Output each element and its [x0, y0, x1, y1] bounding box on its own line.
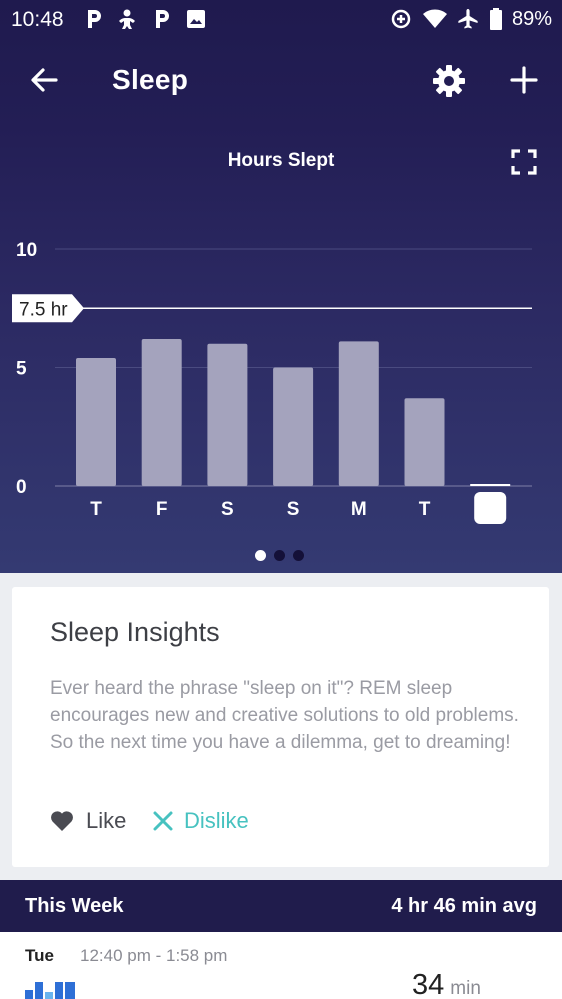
sleep-bar[interactable]: [404, 398, 445, 486]
insight-heading: Sleep Insights: [50, 617, 220, 647]
weekly-average: 4 hr 46 min avg: [391, 895, 537, 917]
pager-dot[interactable]: [293, 550, 304, 561]
sleep-bar[interactable]: [338, 341, 379, 486]
goal-label: 7.5 hr: [19, 299, 68, 320]
sleep-bar[interactable]: [141, 339, 182, 486]
y-tick-label: 10: [16, 240, 37, 261]
y-tick-label: 0: [16, 477, 27, 498]
like-button[interactable]: Like: [50, 808, 126, 834]
x-tick-label[interactable]: T: [90, 499, 102, 520]
sleep-insights-card: Sleep Insights Ever heard the phrase "sl…: [12, 587, 549, 867]
heart-icon: [51, 811, 73, 831]
pager-dot[interactable]: [255, 550, 266, 561]
sleep-bar[interactable]: [273, 367, 314, 487]
insight-body: Ever heard the phrase "sleep on it"? REM…: [50, 678, 519, 753]
entry-duration: 34 min: [412, 969, 481, 999]
sleep-log-entry[interactable]: Tue 12:40 pm - 1:58 pm 34 min: [0, 932, 562, 999]
sleep-bar[interactable]: [207, 343, 248, 486]
entry-time-range: 12:40 pm - 1:58 pm: [80, 946, 228, 965]
pager-dot[interactable]: [274, 550, 285, 561]
y-tick-label: 5: [16, 359, 27, 380]
chart-pager: [255, 550, 304, 561]
x-tick-label[interactable]: M: [351, 499, 367, 520]
close-x-icon: [153, 811, 173, 831]
this-week-header: This Week 4 hr 46 min avg: [0, 880, 562, 932]
sleep-header-panel: 10:48 89% Sleep Hours Slept 0 5 10 7.5 h…: [0, 0, 562, 573]
entry-duration-value: 34: [412, 969, 445, 999]
x-tick-label[interactable]: F: [156, 499, 168, 520]
dislike-button[interactable]: Dislike: [152, 808, 249, 834]
x-tick-label[interactable]: W: [481, 499, 499, 520]
entry-day: Tue: [25, 946, 54, 965]
x-tick-label[interactable]: S: [221, 499, 234, 520]
hours-slept-chart: 0 5 10 7.5 hr T F S S M T W: [12, 240, 532, 524]
like-label: Like: [86, 808, 127, 833]
entry-duration-unit: min: [450, 978, 481, 999]
sleep-bar[interactable]: [76, 358, 116, 486]
sleep-stages-mini-icon: [25, 982, 75, 999]
this-week-label: This Week: [25, 895, 124, 917]
x-tick-label[interactable]: T: [419, 499, 431, 520]
dislike-label: Dislike: [184, 808, 249, 833]
x-tick-label[interactable]: S: [287, 499, 300, 520]
